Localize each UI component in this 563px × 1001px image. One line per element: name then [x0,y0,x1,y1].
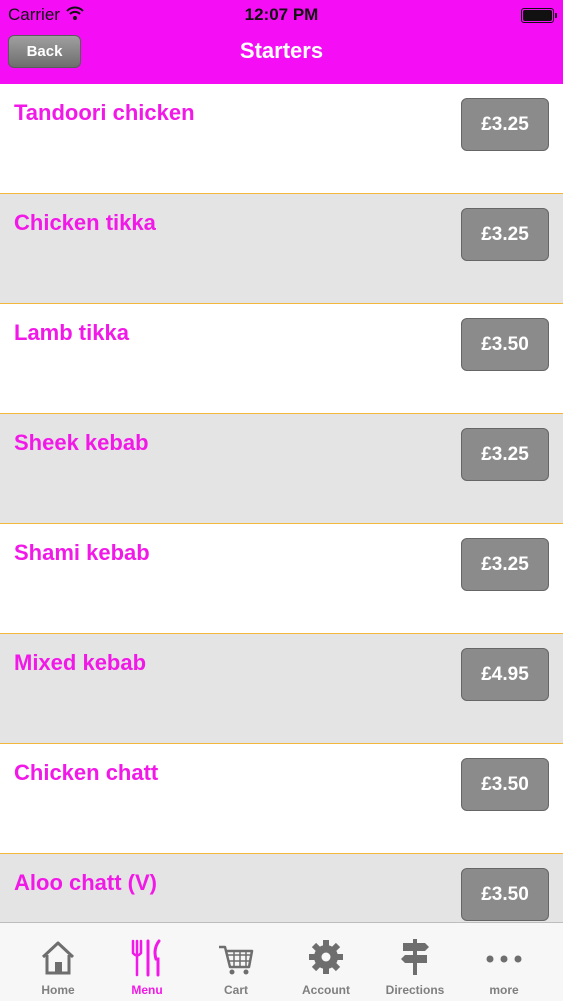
tab-label: Home [41,983,75,997]
menu-item-row[interactable]: Tandoori chicken £3.25 [0,84,563,194]
menu-item-row[interactable]: Mixed kebab £4.95 [0,634,563,744]
tab-account[interactable]: Account [281,923,371,1001]
menu-item-row[interactable]: Lamb tikka £3.50 [0,304,563,414]
menu-item-name: Aloo chatt (V) [14,870,157,895]
tab-label: Account [302,983,350,997]
signpost-icon [401,939,429,975]
cart-icon [219,945,254,975]
nav-bar: Carrier 12:07 PM Back Starters [0,0,563,84]
add-to-cart-price-button[interactable]: £3.25 [461,98,549,151]
tab-home[interactable]: Home [13,923,103,1001]
home-icon [41,941,75,975]
tab-label: more [489,983,519,997]
menu-item-row[interactable]: Sheek kebab £3.25 [0,414,563,524]
add-to-cart-price-button[interactable]: £3.50 [461,758,549,811]
add-to-cart-price-button[interactable]: £3.25 [461,208,549,261]
add-to-cart-price-button[interactable]: £3.50 [461,318,549,371]
tab-label: Menu [131,983,163,997]
tab-label: Cart [223,983,248,997]
tab-cart[interactable]: Cart [191,923,281,1001]
menu-item-row[interactable]: Chicken tikka £3.25 [0,194,563,304]
status-bar: Carrier 12:07 PM [0,0,563,30]
tab-label: Directions [385,983,445,997]
menu-item-name: Chicken chatt [14,760,159,785]
add-to-cart-price-button[interactable]: £3.25 [461,538,549,591]
menu-item-name: Shami kebab [14,540,150,565]
more-icon [486,955,522,963]
tab-more[interactable]: more [459,923,549,1001]
menu-item-row[interactable]: Chicken chatt £3.50 [0,744,563,854]
status-time: 12:07 PM [244,5,319,24]
cutlery-icon [131,939,161,977]
gear-icon [309,940,343,974]
battery-icon [521,8,557,23]
tab-directions[interactable]: Directions [370,923,460,1001]
tab-bar: Home Menu Cart Account Directions more [0,922,563,1001]
menu-list[interactable]: Tandoori chicken £3.25 Chicken tikka £3.… [0,84,563,922]
menu-item-name: Chicken tikka [14,210,156,235]
menu-item-name: Sheek kebab [14,430,149,455]
page-title: Starters [239,38,324,63]
add-to-cart-price-button[interactable]: £4.95 [461,648,549,701]
menu-item-name: Tandoori chicken [14,100,195,125]
tab-menu[interactable]: Menu [102,923,192,1001]
add-to-cart-price-button[interactable]: £3.25 [461,428,549,481]
menu-item-row[interactable]: Shami kebab £3.25 [0,524,563,634]
menu-item-name: Lamb tikka [14,320,129,345]
menu-item-name: Mixed kebab [14,650,147,675]
menu-item-row[interactable]: Aloo chatt (V) £3.50 [0,854,563,922]
add-to-cart-price-button[interactable]: £3.50 [461,868,549,921]
